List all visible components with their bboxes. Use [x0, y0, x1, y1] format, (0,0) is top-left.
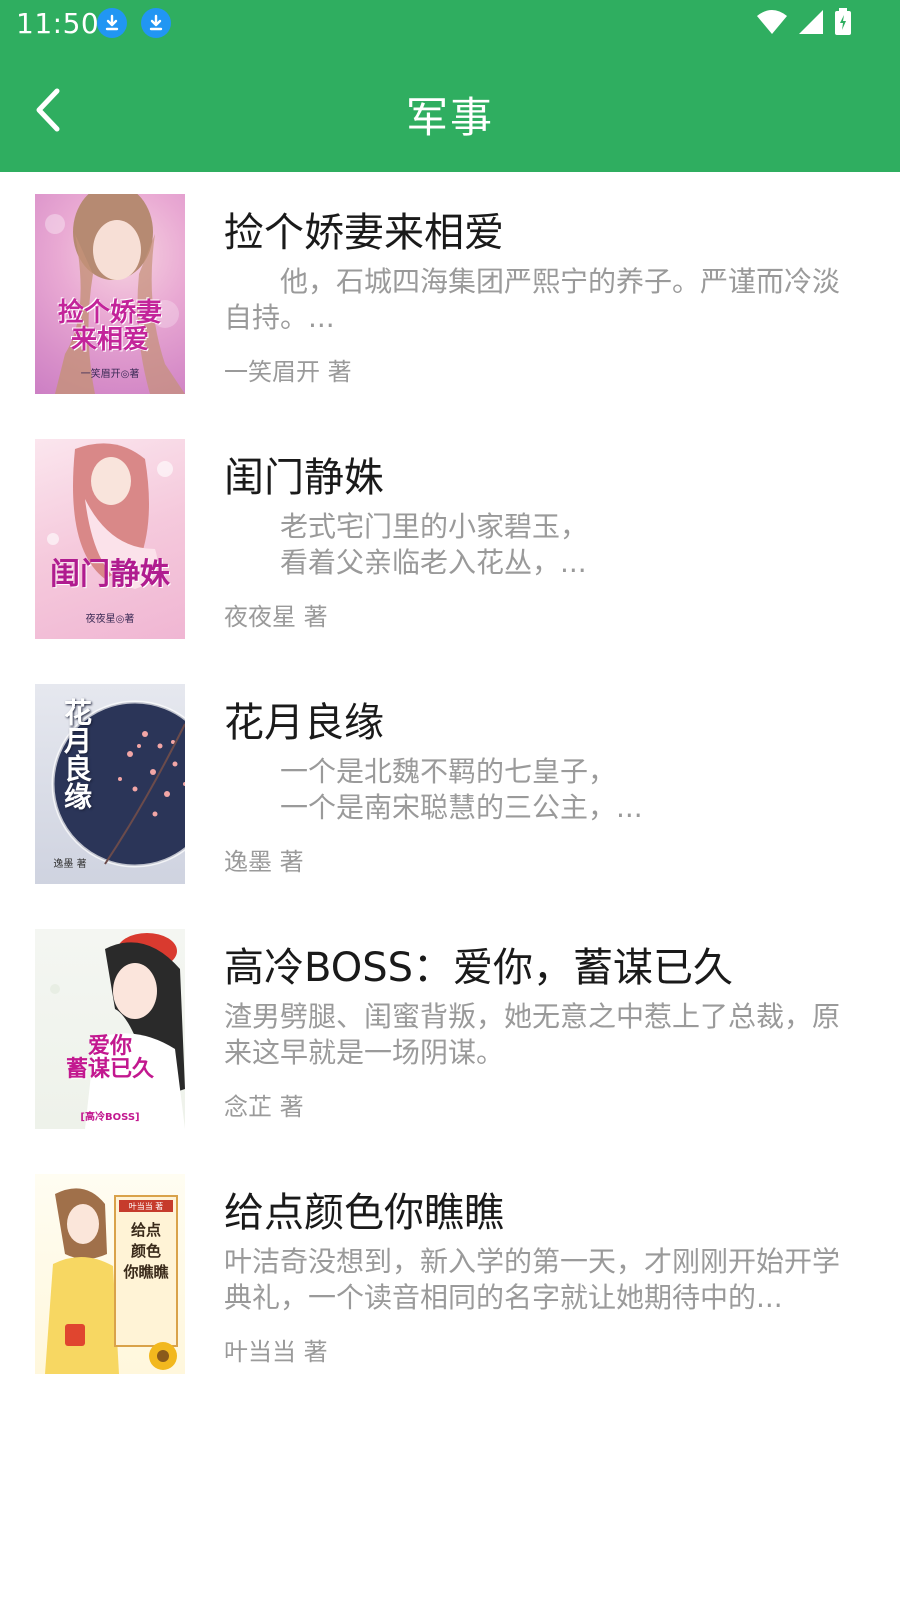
book-author: 一笑眉开 著	[224, 358, 352, 386]
book-cover-image: 给点 颜色 你瞧瞧 叶当当 著	[35, 1174, 185, 1374]
book-author: 夜夜星 著	[224, 603, 328, 631]
cover-title-text: 爱你 蓄谋已久	[65, 1033, 154, 1083]
book-description: 一个是北魏不羁的七皇子， 一个是南宋聪慧的三公主，...	[280, 755, 643, 824]
cover-author-text: [高冷BOSS]	[80, 1112, 140, 1123]
wifi-icon	[756, 9, 788, 39]
cover-title-text: 给点 颜色 你瞧瞧	[123, 1221, 169, 1281]
book-author: 叶当当 著	[224, 1338, 328, 1366]
book-cover-image: 闺门静姝 夜夜星◎著	[35, 439, 185, 639]
book-list-item[interactable]: 爱你 蓄谋已久 [高冷BOSS] 高冷BOSS：爱你，蓄谋已久 渣男劈腿、闺蜜背…	[0, 907, 900, 1152]
page-title: 军事	[405, 93, 494, 142]
book-title: 给点颜色你瞧瞧	[224, 1190, 504, 1236]
status-time: 11:50	[16, 7, 100, 40]
book-author: 逸墨 著	[224, 848, 304, 876]
cover-author-text: 叶当当 著	[128, 1202, 164, 1211]
app-bar: 军事	[0, 48, 900, 172]
book-list: 捡个娇妻 来相爱 一笑眉开◎著 捡个娇妻来相爱 他，石城四海集团严熙宁的养子。严…	[0, 172, 900, 1397]
download-icon	[97, 8, 127, 38]
cover-title-text: 捡个娇妻 来相爱	[57, 298, 162, 356]
book-list-item[interactable]: 花月良缘 逸墨 著 花月良缘 一个是北魏不羁的七皇子， 一个是南宋聪慧的三公主，…	[0, 662, 900, 907]
cover-author-text: 逸墨 著	[53, 859, 87, 870]
book-list-item[interactable]: 捡个娇妻 来相爱 一笑眉开◎著 捡个娇妻来相爱 他，石城四海集团严熙宁的养子。严…	[0, 172, 900, 417]
book-cover-image: 花月良缘 逸墨 著	[35, 684, 185, 884]
cover-title-text: 花月良缘	[60, 698, 93, 810]
book-description: 叶洁奇没想到，新入学的第一天，才刚刚开始开学典礼，一个读音相同的名字就让她期待中…	[224, 1245, 841, 1314]
book-description: 渣男劈腿、闺蜜背叛，她无意之中惹上了总裁，原来这早就是一场阴谋。	[224, 1000, 841, 1069]
book-list-item[interactable]: 闺门静姝 夜夜星◎著 闺门静姝 老式宅门里的小家碧玉， 看着父亲临老入花丛，..…	[0, 417, 900, 662]
status-bar: 11:50	[0, 0, 900, 48]
book-cover-image: 爱你 蓄谋已久 [高冷BOSS]	[35, 929, 185, 1129]
download-icon	[141, 8, 171, 38]
book-title: 闺门静姝	[224, 455, 384, 501]
battery-icon	[834, 8, 852, 40]
book-list-item[interactable]: 给点 颜色 你瞧瞧 叶当当 著 给点颜色你瞧瞧 叶洁奇没想到，新入学的第一天，才…	[0, 1152, 900, 1397]
cover-author-text: 一笑眉开◎著	[80, 369, 140, 380]
book-description: 老式宅门里的小家碧玉， 看着父亲临老入花丛，...	[280, 510, 589, 579]
book-title: 高冷BOSS：爱你，蓄谋已久	[224, 945, 734, 991]
book-author: 念芷 著	[224, 1093, 304, 1121]
book-title: 捡个娇妻来相爱	[224, 210, 504, 256]
signal-icon	[798, 9, 824, 39]
book-description: 他，石城四海集团严熙宁的养子。严谨而冷淡自持。...	[224, 265, 841, 334]
system-icons	[756, 8, 852, 40]
cover-title-text: 闺门静姝	[50, 557, 170, 592]
book-cover-image: 捡个娇妻 来相爱 一笑眉开◎著	[35, 194, 185, 394]
cover-author-text: 夜夜星◎著	[85, 614, 135, 625]
book-title: 花月良缘	[224, 700, 384, 746]
